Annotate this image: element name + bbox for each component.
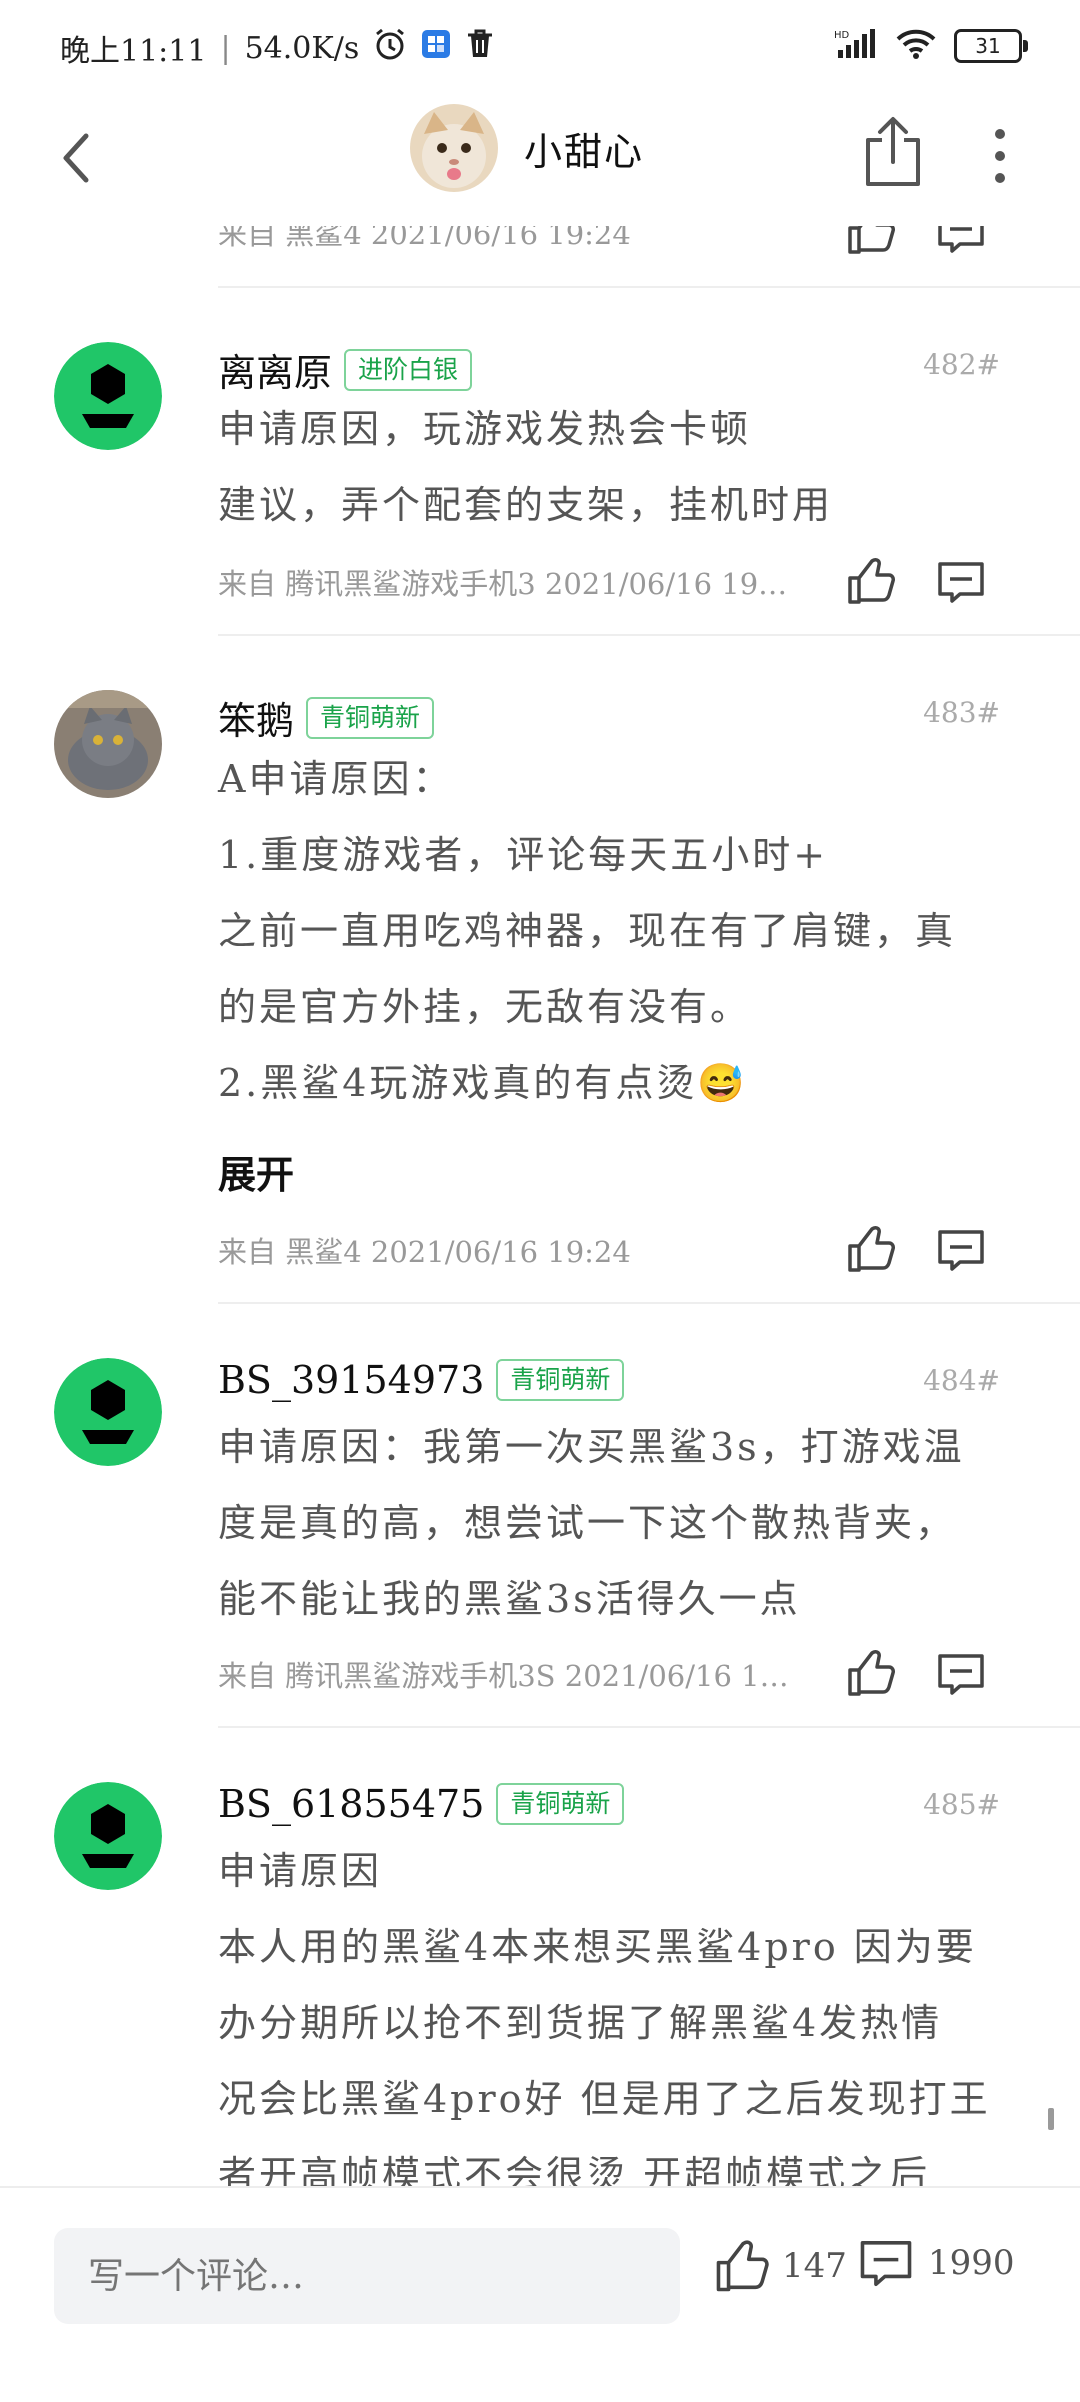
- status-bar: 晚上11:11 | 54.0K/s HD 31: [0, 0, 1080, 96]
- user-level-badge: 青铜萌新: [306, 696, 435, 739]
- comment-line: 能不能让我的黑鲨3s活得久一点: [218, 1577, 801, 1621]
- comment-meta: 来自 腾讯黑鲨游戏手机3S 2021/06/16 1…: [218, 1644, 1018, 1704]
- app-notification-icon: [421, 29, 451, 67]
- avatar[interactable]: [54, 1358, 162, 1466]
- more-vertical-icon: [995, 129, 1005, 183]
- username[interactable]: BS_39154973: [218, 1358, 484, 1402]
- avatar[interactable]: [54, 1782, 162, 1890]
- comment-author: 离离原 进阶白银: [218, 342, 473, 397]
- comment-line: 的是官方外挂，无敌有没有。: [218, 985, 752, 1029]
- comment-line: 度是真的高，想尝试一下这个散热背夹，: [218, 1501, 957, 1545]
- avatar[interactable]: [54, 342, 162, 450]
- wifi-icon: [896, 28, 936, 64]
- comment-author: BS_39154973 青铜萌新: [218, 1358, 625, 1402]
- username[interactable]: 离离原: [218, 342, 332, 397]
- comment-icon: [938, 1654, 984, 1695]
- header-user[interactable]: 小甜心: [410, 104, 644, 192]
- scrollbar[interactable]: [1048, 2108, 1054, 2130]
- avatar[interactable]: [54, 690, 162, 798]
- share-button[interactable]: [858, 110, 928, 194]
- comment-line: 申请原因，玩游戏发热会卡顿: [218, 407, 752, 451]
- comment-line: 申请原因: [218, 1849, 383, 1893]
- thumbs-up-icon: [848, 1226, 895, 1272]
- comment-line: 建议，弄个配套的支架，挂机时用: [218, 483, 834, 527]
- comment-source: 来自 腾讯黑鲨游戏手机3S 2021/06/16 1…: [218, 1659, 789, 1693]
- comment-line: 本人用的黑鲨4本来想买黑鲨4pro 因为要: [218, 1925, 977, 1969]
- comment-meta: 来自 黑鲨4 2021/06/16 19:24: [218, 1220, 1018, 1280]
- thumbs-up-icon: [848, 1650, 895, 1696]
- avatar: [410, 104, 498, 192]
- comment-source: 来自 腾讯黑鲨游戏手机3 2021/06/16 19…: [218, 567, 788, 601]
- comment-icon: [938, 1230, 984, 1271]
- like-count: 147: [782, 2246, 847, 2286]
- user-level-badge: 青铜萌新: [496, 1783, 625, 1825]
- comment-icon: [860, 2241, 912, 2287]
- divider: [218, 634, 1080, 636]
- comment-author: BS_61855475 青铜萌新: [218, 1782, 625, 1826]
- signal-icon: HD: [834, 28, 878, 64]
- comment-line: 2.黑鲨4玩游戏真的有点烫😅: [218, 1061, 748, 1105]
- comment-source: 来自 黑鲨4 2021/06/16 19:24: [218, 1235, 631, 1269]
- divider: [218, 1302, 1080, 1304]
- alarm-icon: [373, 27, 407, 69]
- status-net-speed: 54.0K/s: [244, 30, 360, 66]
- like-button[interactable]: [846, 556, 896, 606]
- post-comments-button[interactable]: 1990: [858, 2238, 1015, 2288]
- reply-button[interactable]: [936, 560, 986, 604]
- thumbs-up-icon: [848, 558, 895, 604]
- floor-number: 483#: [923, 696, 1000, 729]
- comment-line: 1.重度游戏者，评论每天五小时+: [218, 833, 829, 877]
- page-title: 小甜心: [524, 129, 645, 174]
- floor-number: 482#: [923, 348, 1000, 381]
- battery-icon: 31: [954, 29, 1028, 63]
- comment-meta: 来自 腾讯黑鲨游戏手机3 2021/06/16 19…: [218, 552, 1018, 612]
- share-icon: [866, 117, 920, 186]
- chevron-left-icon: [63, 133, 89, 183]
- trash-icon: [465, 28, 495, 68]
- like-button[interactable]: [846, 1224, 896, 1274]
- reply-button[interactable]: [936, 1228, 986, 1272]
- user-level-badge: 青铜萌新: [496, 1359, 625, 1401]
- bottom-comment-bar: 147 1990: [0, 2186, 1080, 2402]
- status-time: 晚上11:11: [60, 34, 207, 69]
- header: 小甜心: [0, 96, 1080, 226]
- divider: [218, 1726, 1080, 1728]
- post-like-button[interactable]: 147: [714, 2238, 847, 2294]
- username[interactable]: BS_61855475: [218, 1782, 484, 1826]
- status-separator: |: [220, 30, 231, 66]
- floor-number: 484#: [923, 1364, 1000, 1397]
- comment-author: 笨鹅 青铜萌新: [218, 690, 435, 745]
- divider: [218, 286, 1080, 288]
- reply-button[interactable]: [936, 1652, 986, 1696]
- comment-line: A申请原因：: [218, 757, 454, 801]
- comment-icon: [938, 562, 984, 603]
- svg-text:HD: HD: [834, 30, 850, 41]
- more-options-button[interactable]: [980, 116, 1020, 196]
- comment-line: 办分期所以抢不到货据了解黑鲨4发热情: [218, 2001, 943, 2045]
- expand-link[interactable]: 展开: [218, 1144, 294, 1199]
- back-button[interactable]: [52, 114, 112, 204]
- user-level-badge: 进阶白银: [344, 348, 473, 391]
- comment-line: 之前一直用吃鸡神器，现在有了肩键，真: [218, 909, 957, 953]
- comment-count: 1990: [928, 2243, 1015, 2283]
- like-button[interactable]: [846, 1648, 896, 1698]
- username[interactable]: 笨鹅: [218, 690, 294, 745]
- thumbs-up-icon: [716, 2240, 769, 2292]
- comment-line: 况会比黑鲨4pro好 但是用了之后发现打王: [218, 2077, 991, 2121]
- comment-input[interactable]: [54, 2228, 680, 2324]
- comment-line: 申请原因：我第一次买黑鲨3s，打游戏温: [218, 1425, 965, 1469]
- floor-number: 485#: [923, 1788, 1000, 1821]
